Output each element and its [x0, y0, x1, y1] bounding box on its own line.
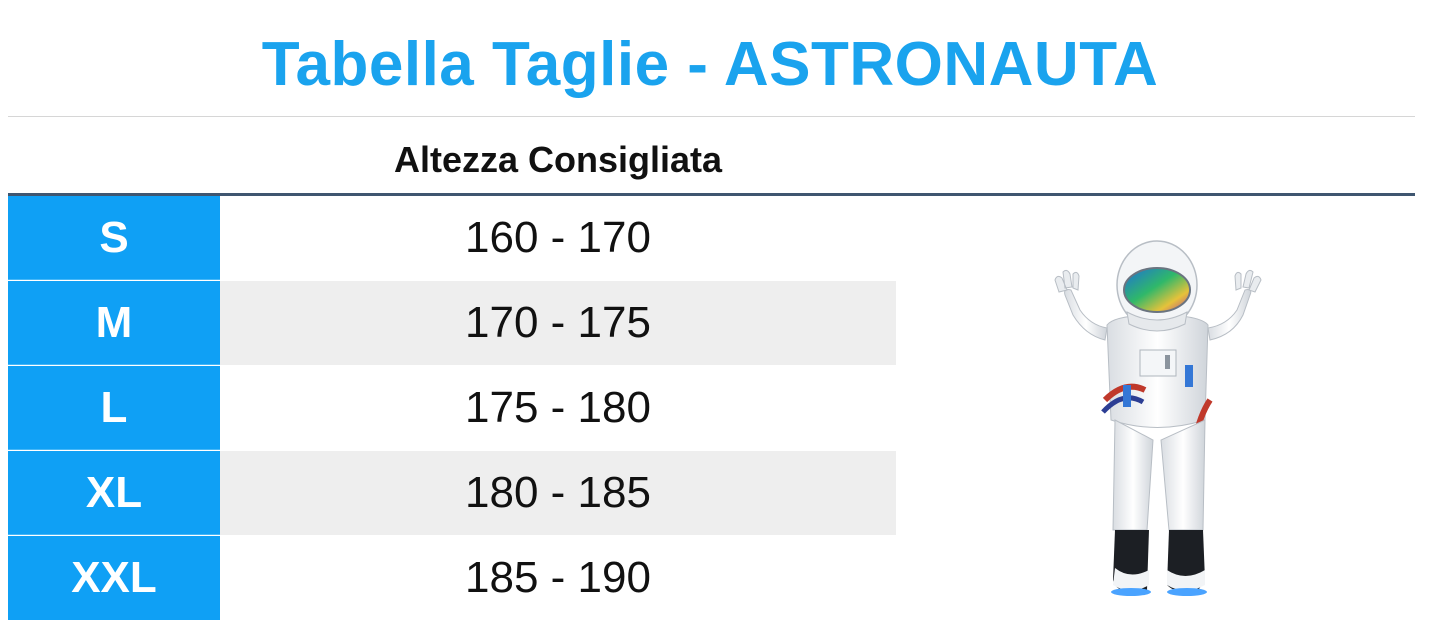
- table-row: XL 180 - 185: [8, 451, 896, 536]
- title-divider: [8, 116, 1415, 117]
- page-title: Tabella Taglie - ASTRONAUTA: [261, 30, 1159, 99]
- astronaut-costume-icon: [1045, 240, 1275, 605]
- size-label: S: [8, 196, 220, 280]
- table-row: XXL 185 - 190: [8, 536, 896, 621]
- column-header-height: Altezza Consigliata: [393, 139, 723, 180]
- size-label: XL: [8, 451, 220, 535]
- height-range: 185 - 190: [465, 553, 651, 602]
- size-label: M: [8, 281, 220, 365]
- size-label: XXL: [8, 536, 220, 620]
- height-range: 175 - 180: [465, 383, 651, 432]
- height-range: 160 - 170: [465, 213, 651, 262]
- size-table: S 160 - 170 M 170 - 175 L 175 - 180 XL 1…: [8, 196, 896, 621]
- height-range: 170 - 175: [220, 281, 896, 365]
- size-label: L: [8, 366, 220, 450]
- table-row: M 170 - 175: [8, 281, 896, 366]
- height-range: 180 - 185: [220, 451, 896, 535]
- table-row: S 160 - 170: [8, 196, 896, 281]
- table-row: L 175 - 180: [8, 366, 896, 451]
